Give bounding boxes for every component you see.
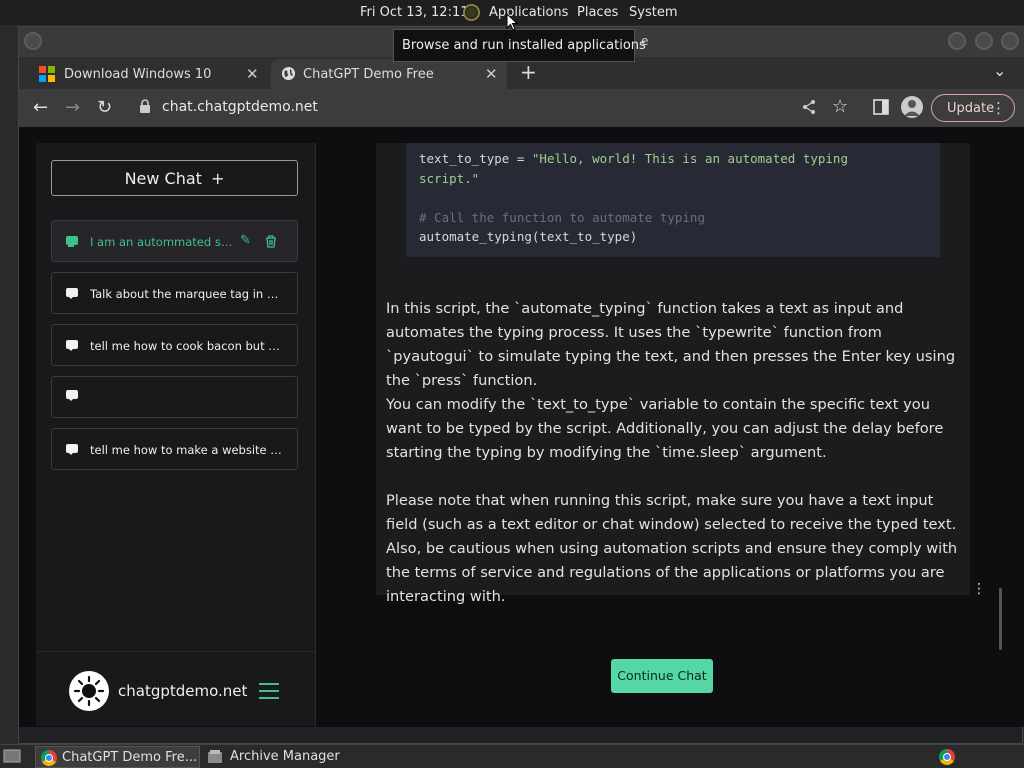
tab-label: ChatGPT Demo Free [303, 67, 434, 82]
minimize-button[interactable] [948, 32, 966, 50]
more-menu-icon[interactable]: ⋮ [991, 99, 1006, 117]
tab-close-icon[interactable]: ✕ [485, 65, 498, 83]
chat-sidebar: New Chat + I am an autommated script for… [36, 143, 316, 726]
tab-close-icon[interactable]: ✕ [246, 65, 259, 83]
delete-trash-icon[interactable] [265, 235, 277, 248]
windows-logo-icon [39, 66, 55, 82]
continue-chat-button[interactable]: Continue Chat [611, 659, 713, 693]
answer-paragraph: You can modify the `text_to_type` variab… [386, 396, 944, 461]
new-chat-button[interactable]: New Chat + [51, 160, 298, 196]
code-block: text_to_type = "Hello, world! This is an… [406, 143, 940, 257]
chat-history-item[interactable]: tell me how to make a website but explai… [51, 428, 298, 470]
web-page: New Chat + I am an autommated script for… [19, 127, 1024, 727]
chat-bubble-icon [66, 390, 78, 401]
address-bar[interactable]: chat.chatgptdemo.net [129, 93, 859, 123]
assistant-message: text_to_type = "Hello, world! This is an… [376, 143, 970, 605]
code-line: script." [419, 170, 480, 186]
applications-tooltip: Browse and run installed applications [393, 29, 646, 62]
applications-menu-icon[interactable] [463, 4, 480, 21]
chrome-icon [41, 750, 57, 766]
back-icon[interactable]: ← [33, 97, 48, 118]
chat-scrollbar[interactable] [999, 588, 1002, 650]
maximize-button[interactable] [975, 32, 993, 50]
tray-chrome-icon[interactable] [939, 749, 955, 765]
chat-bubble-icon [66, 288, 78, 299]
clock[interactable]: Fri Oct 13, 12:11 [360, 5, 469, 20]
forward-icon[interactable]: → [65, 97, 80, 118]
chat-title: I am an autommated script for typing [90, 235, 235, 249]
brand-logo[interactable] [69, 671, 109, 711]
system-menu[interactable]: System [629, 5, 677, 20]
chat-main: text_to_type = "Hello, world! This is an… [316, 143, 1002, 726]
chat-bubble-icon [66, 340, 78, 351]
share-icon[interactable] [801, 99, 817, 115]
reload-icon[interactable]: ↻ [97, 97, 112, 118]
applications-menu[interactable]: Applications [489, 5, 568, 20]
lock-icon[interactable] [139, 99, 151, 114]
answer-paragraph: Please note that when running this scrip… [386, 492, 958, 605]
edit-pencil-icon[interactable]: ✎ [240, 233, 251, 248]
bottom-taskbar: ChatGPT Demo Fre... Archive Manager [0, 744, 1024, 768]
hamburger-menu-icon[interactable] [259, 683, 279, 704]
url-text: chat.chatgptdemo.net [162, 99, 318, 115]
code-line: automate_typing(text_to_type) [419, 229, 638, 244]
window-menu-button[interactable] [24, 32, 42, 50]
tab-label: Download Windows 10 [64, 67, 212, 82]
message-options-icon[interactable]: ⋮ [972, 581, 986, 597]
chat-title: tell me how to make a website but explai… [90, 443, 285, 457]
mouse-cursor-icon [506, 13, 518, 31]
chat-history-item[interactable]: I am an autommated script for typing ✎ [51, 220, 298, 262]
answer-paragraph: In this script, the `automate_typing` fu… [386, 300, 956, 389]
places-menu[interactable]: Places [577, 5, 618, 20]
globe-icon [281, 66, 296, 81]
tab-chatgpt-demo[interactable]: ChatGPT Demo Free ✕ [271, 59, 507, 89]
browser-window: e Download Windows 10 ✕ ChatGPT Demo Fre… [18, 26, 1024, 744]
archive-manager-icon [208, 750, 222, 763]
chat-history-item[interactable]: tell me how to cook bacon but write it l… [51, 324, 298, 366]
show-desktop-icon[interactable] [3, 748, 21, 764]
code-line: text_to_type = "Hello, world! This is an… [419, 151, 848, 166]
close-window-button[interactable] [1001, 32, 1019, 50]
side-panel-icon[interactable] [873, 99, 889, 115]
chat-history-item[interactable]: Talk about the marquee tag in great deta… [51, 272, 298, 314]
sidebar-footer: chatgptdemo.net [36, 651, 315, 726]
bookmark-star-icon[interactable]: ☆ [832, 96, 848, 117]
profile-avatar[interactable] [901, 96, 923, 118]
chat-title: tell me how to cook bacon but write it l… [90, 339, 285, 353]
update-label: Update [947, 101, 995, 116]
brand-name[interactable]: chatgptdemo.net [118, 682, 247, 700]
plus-icon: + [211, 169, 225, 188]
browser-toolbar: ← → ↻ chat.chatgptdemo.net ☆ Update ⋮ [19, 89, 1024, 127]
chat-bubble-icon [66, 236, 78, 247]
taskbar-item-archive-manager[interactable]: Archive Manager [204, 746, 340, 768]
chat-bubble-icon [66, 444, 78, 455]
taskbar-item-chrome[interactable]: ChatGPT Demo Fre... [35, 746, 200, 768]
code-comment: # Call the function to automate typing [419, 209, 705, 225]
sun-logo-icon [73, 675, 105, 707]
chat-title: Talk about the marquee tag in great deta… [90, 287, 285, 301]
update-button[interactable]: Update ⋮ [931, 94, 1015, 122]
taskbar-item-label: ChatGPT Demo Fre... [62, 750, 198, 765]
new-chat-label: New Chat [124, 169, 202, 188]
tab-search-chevron-icon[interactable]: ⌄ [993, 61, 1006, 80]
tab-download-windows[interactable]: Download Windows 10 ✕ [19, 59, 269, 89]
new-tab-icon[interactable]: + [520, 60, 537, 84]
chat-history-item[interactable] [51, 376, 298, 418]
taskbar-item-label: Archive Manager [230, 749, 340, 764]
